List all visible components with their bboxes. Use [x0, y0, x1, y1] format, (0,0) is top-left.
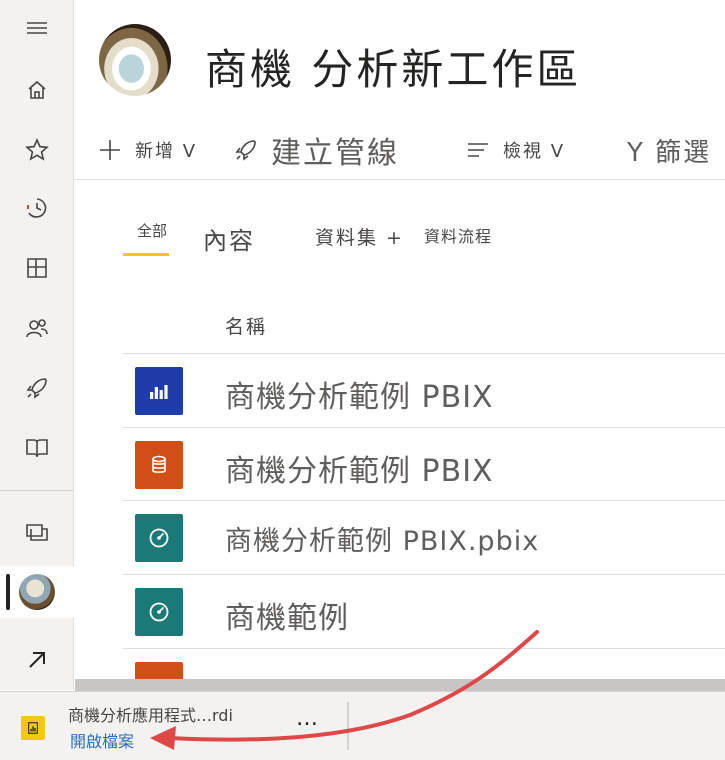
- table-row[interactable]: 商機分析範例 PBIX: [123, 427, 725, 501]
- filter-label: Y 篩選: [627, 137, 712, 168]
- column-header-name[interactable]: 名稱: [225, 312, 267, 339]
- view-button[interactable]: 檢視 V: [465, 120, 565, 180]
- table-row[interactable]: [123, 648, 725, 679]
- shared-icon[interactable]: [0, 302, 74, 354]
- tab-content[interactable]: 內容: [203, 221, 255, 256]
- expand-icon[interactable]: [0, 634, 74, 686]
- star-icon[interactable]: [0, 124, 74, 176]
- rocket-icon: [235, 140, 256, 161]
- create-pipeline-button[interactable]: 建立管線: [233, 120, 399, 180]
- item-name[interactable]: 商機分析範例 PBIX.pbix: [225, 519, 539, 558]
- workspaces-icon[interactable]: [0, 506, 74, 558]
- item-name[interactable]: 商機分析範例 PBIX: [225, 446, 494, 490]
- create-pipeline-label: 建立管線: [271, 136, 399, 171]
- dashboard-icon: [135, 514, 183, 562]
- table-row[interactable]: 商機分析範例 PBIX: [123, 353, 725, 427]
- recent-icon[interactable]: [0, 182, 74, 234]
- report-icon: [135, 367, 183, 415]
- workspace-image: [99, 24, 171, 96]
- download-bar: 商機分析應用程式…rdi 開啟檔案 …: [0, 691, 725, 760]
- downloaded-file-name: 商機分析應用程式…rdi: [68, 706, 233, 725]
- new-button[interactable]: 新增 V: [97, 120, 197, 180]
- hamburger-icon[interactable]: [0, 2, 74, 54]
- deployment-icon[interactable]: [0, 362, 74, 414]
- list-view-icon: [468, 143, 488, 157]
- view-label: 檢視 V: [503, 141, 566, 162]
- toolbar: 新增 V 建立管線 檢視 V Y 篩選: [75, 120, 725, 180]
- dashboard-icon: [135, 588, 183, 636]
- pbix-file-icon: [21, 716, 45, 740]
- filter-button[interactable]: Y 篩選: [627, 120, 711, 180]
- item-name[interactable]: 商機範例: [225, 593, 349, 637]
- learn-icon[interactable]: [0, 422, 74, 474]
- tab-dataflows[interactable]: 資料流程: [424, 223, 492, 247]
- tab-all[interactable]: 全部: [137, 220, 167, 241]
- more-options-button[interactable]: …: [296, 706, 319, 731]
- tab-datasets[interactable]: 資料集 +: [315, 223, 404, 250]
- download-bar-divider: [347, 702, 349, 750]
- apps-icon[interactable]: [0, 242, 74, 294]
- dataset-icon: [135, 662, 183, 679]
- dataset-icon: [135, 441, 183, 489]
- page-title: 商機 分析新工作區: [205, 45, 582, 94]
- new-label: 新增 V: [135, 141, 198, 162]
- active-tab-indicator: [123, 253, 169, 256]
- home-icon[interactable]: [0, 64, 74, 116]
- navigation-rail: [0, 0, 74, 690]
- item-name[interactable]: 商機分析範例 PBIX: [225, 372, 494, 416]
- open-file-link[interactable]: 開啟檔案: [70, 728, 134, 752]
- table-row[interactable]: 商機範例: [123, 574, 725, 648]
- active-indicator: [6, 574, 10, 610]
- table-row[interactable]: 商機分析範例 PBIX.pbix: [123, 500, 725, 574]
- horizontal-scrollbar[interactable]: [75, 679, 725, 691]
- workspace-avatar[interactable]: [19, 574, 55, 610]
- rail-divider: [0, 490, 74, 491]
- plus-icon: [100, 140, 120, 160]
